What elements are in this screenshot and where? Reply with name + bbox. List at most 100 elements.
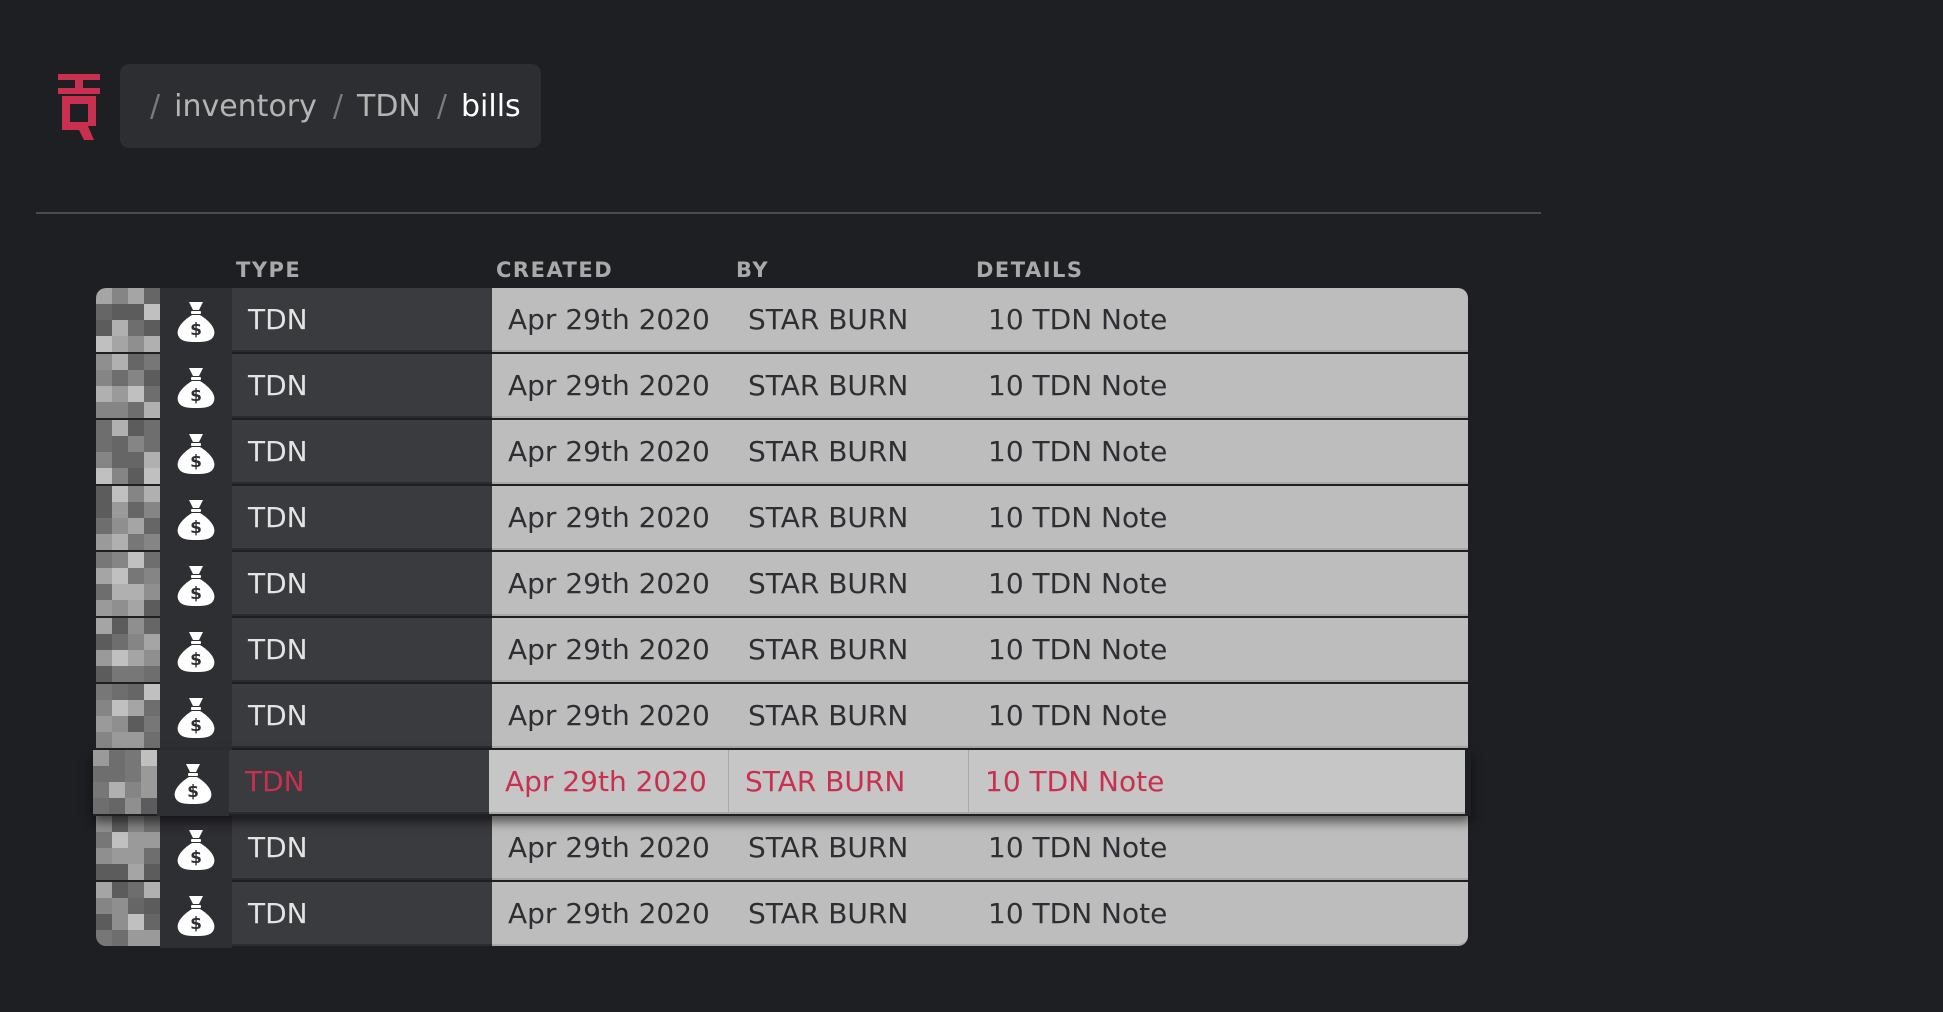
svg-text:$: $ [190, 848, 202, 868]
table-row[interactable]: $ TDN Apr 29th 2020 STAR BURN 10 TDN Note [96, 882, 1468, 948]
column-header-details[interactable]: DETAILS [976, 258, 1084, 282]
cell-type: TDN [232, 420, 492, 484]
table-row[interactable]: $ TDN Apr 29th 2020 STAR BURN 10 TDN Note [96, 420, 1468, 486]
cell-by: STAR BURN [732, 552, 972, 616]
table-row[interactable]: $ TDN Apr 29th 2020 STAR BURN 10 TDN Note [96, 486, 1468, 552]
cell-type: TDN [232, 486, 492, 550]
table-row[interactable]: $ TDN Apr 29th 2020 STAR BURN 10 TDN Note [96, 354, 1468, 420]
cell-type: TDN [232, 684, 492, 748]
svg-text:$: $ [190, 320, 202, 340]
cell-details: 10 TDN Note [972, 420, 1468, 484]
breadcrumb-item-bills[interactable]: bills [461, 89, 521, 124]
table-row[interactable]: $ TDN Apr 29th 2020 STAR BURN 10 TDN Note [96, 618, 1468, 684]
cell-created: Apr 29th 2020 [492, 618, 732, 682]
cell-details: 10 TDN Note [972, 486, 1468, 550]
cell-by: STAR BURN [732, 486, 972, 550]
cell-type: TDN [232, 354, 492, 418]
money-bag-icon: $ [177, 632, 215, 672]
cell-by: STAR BURN [732, 882, 972, 946]
svg-text:$: $ [190, 452, 202, 472]
row-type-icon: $ [160, 684, 232, 750]
cell-details: 10 TDN Note [972, 882, 1468, 946]
svg-text:$: $ [190, 518, 202, 538]
bills-table: $ TDN Apr 29th 2020 STAR BURN 10 TDN Note $ TD… [93, 288, 1471, 948]
cell-details: 10 TDN Note [969, 750, 1465, 814]
row-thumbnail [93, 750, 157, 814]
cell-created: Apr 29th 2020 [492, 552, 732, 616]
breadcrumb-separator: / [436, 88, 447, 124]
cell-by: STAR BURN [729, 750, 969, 814]
money-bag-icon: $ [177, 368, 215, 408]
money-bag-icon: $ [177, 566, 215, 606]
row-type-icon: $ [157, 750, 229, 816]
money-bag-icon: $ [177, 830, 215, 870]
column-header-by[interactable]: BY [736, 258, 769, 282]
row-type-icon: $ [160, 486, 232, 552]
svg-text:$: $ [190, 650, 202, 670]
column-header-type[interactable]: TYPE [236, 258, 301, 282]
breadcrumb-separator: / [150, 88, 161, 124]
money-bag-icon: $ [174, 764, 212, 804]
breadcrumb: / inventory / TDN / bills [120, 64, 541, 148]
svg-text:$: $ [190, 584, 202, 604]
row-thumbnail [96, 354, 160, 418]
row-thumbnail [96, 816, 160, 880]
cell-created: Apr 29th 2020 [492, 684, 732, 748]
cell-type: TDN [229, 750, 489, 814]
row-thumbnail [96, 288, 160, 352]
money-bag-icon: $ [177, 302, 215, 342]
money-bag-icon: $ [177, 500, 215, 540]
cell-type: TDN [232, 618, 492, 682]
row-type-icon: $ [160, 354, 232, 420]
row-type-icon: $ [160, 552, 232, 618]
tq-logo-icon[interactable] [58, 74, 100, 144]
breadcrumb-item-inventory[interactable]: inventory [174, 89, 317, 124]
row-type-icon: $ [160, 882, 232, 948]
cell-type: TDN [232, 288, 492, 352]
row-type-icon: $ [160, 288, 232, 354]
svg-text:$: $ [190, 914, 202, 934]
row-thumbnail [96, 420, 160, 484]
cell-created: Apr 29th 2020 [492, 288, 732, 352]
cell-by: STAR BURN [732, 288, 972, 352]
cell-by: STAR BURN [732, 684, 972, 748]
cell-details: 10 TDN Note [972, 618, 1468, 682]
cell-details: 10 TDN Note [972, 684, 1468, 748]
cell-details: 10 TDN Note [972, 816, 1468, 880]
cell-details: 10 TDN Note [972, 552, 1468, 616]
cell-created: Apr 29th 2020 [492, 420, 732, 484]
breadcrumb-item-tdn[interactable]: TDN [357, 89, 421, 124]
cell-type: TDN [232, 816, 492, 880]
cell-type: TDN [232, 552, 492, 616]
cell-by: STAR BURN [732, 816, 972, 880]
cell-details: 10 TDN Note [972, 288, 1468, 352]
row-type-icon: $ [160, 618, 232, 684]
table-row[interactable]: $ TDN Apr 29th 2020 STAR BURN 10 TDN Note [96, 816, 1468, 882]
row-type-icon: $ [160, 420, 232, 486]
table-row[interactable]: $ TDN Apr 29th 2020 STAR BURN 10 TDN Note [96, 684, 1468, 750]
cell-by: STAR BURN [732, 618, 972, 682]
money-bag-icon: $ [177, 896, 215, 936]
svg-text:$: $ [190, 386, 202, 406]
cell-created: Apr 29th 2020 [492, 486, 732, 550]
cell-by: STAR BURN [732, 354, 972, 418]
column-header-created[interactable]: CREATED [496, 258, 613, 282]
money-bag-icon: $ [177, 434, 215, 474]
cell-created: Apr 29th 2020 [492, 882, 732, 946]
divider [36, 212, 1541, 214]
cell-created: Apr 29th 2020 [492, 816, 732, 880]
row-thumbnail [96, 882, 160, 946]
row-thumbnail [96, 486, 160, 550]
cell-created: Apr 29th 2020 [489, 750, 729, 814]
cell-type: TDN [232, 882, 492, 946]
row-thumbnail [96, 618, 160, 682]
svg-text:$: $ [187, 782, 199, 802]
table-row[interactable]: $ TDN Apr 29th 2020 STAR BURN 10 TDN Note [96, 552, 1468, 618]
cell-by: STAR BURN [732, 420, 972, 484]
table-row[interactable]: $ TDN Apr 29th 2020 STAR BURN 10 TDN Note [93, 750, 1471, 816]
table-row[interactable]: $ TDN Apr 29th 2020 STAR BURN 10 TDN Note [96, 288, 1468, 354]
row-thumbnail [96, 552, 160, 616]
money-bag-icon: $ [177, 698, 215, 738]
svg-text:$: $ [190, 716, 202, 736]
cell-created: Apr 29th 2020 [492, 354, 732, 418]
